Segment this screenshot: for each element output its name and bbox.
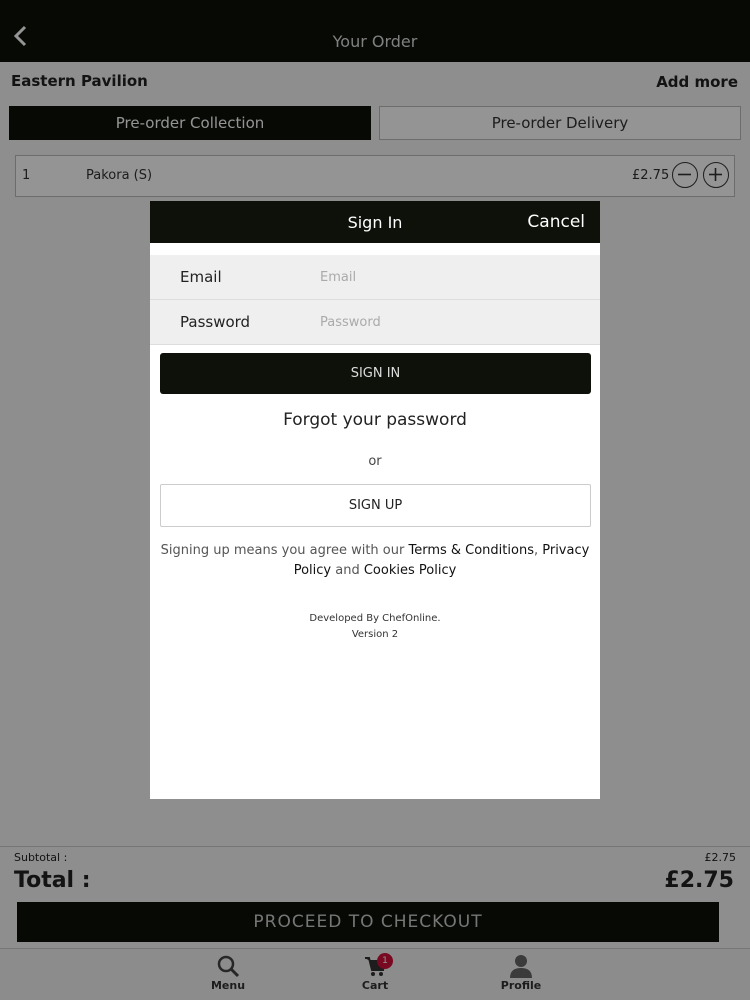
forgot-password-link[interactable]: Forgot your password (150, 410, 600, 430)
email-label: Email (180, 268, 222, 286)
password-row: Password (150, 300, 600, 345)
version-text: Version 2 (351, 629, 399, 640)
sign-in-dialog: Sign In Cancel Email Password SIGN IN Fo… (150, 201, 600, 799)
email-field[interactable] (320, 263, 580, 291)
dialog-header: Sign In Cancel (150, 201, 600, 243)
terms-conditions-link[interactable]: Terms & Conditions (408, 543, 534, 558)
sign-up-button[interactable]: SIGN UP (160, 484, 591, 527)
email-row: Email (150, 255, 600, 300)
sign-in-button[interactable]: SIGN IN (160, 353, 591, 394)
or-divider-text: or (368, 454, 382, 469)
terms-and-text: and (331, 563, 364, 578)
password-field[interactable] (320, 308, 580, 336)
developed-by-text: Developed By ChefOnline. (309, 613, 441, 624)
terms-separator: , (533, 543, 543, 558)
developer-credit: Developed By ChefOnline. Version 2 (150, 611, 600, 643)
terms-prefix: Signing up means you agree with our (160, 543, 409, 558)
cancel-button[interactable]: Cancel (527, 212, 585, 232)
password-label: Password (180, 313, 251, 331)
cookies-policy-link[interactable]: Cookies Policy (364, 563, 456, 578)
terms-notice: Signing up means you agree with our Term… (160, 541, 590, 581)
